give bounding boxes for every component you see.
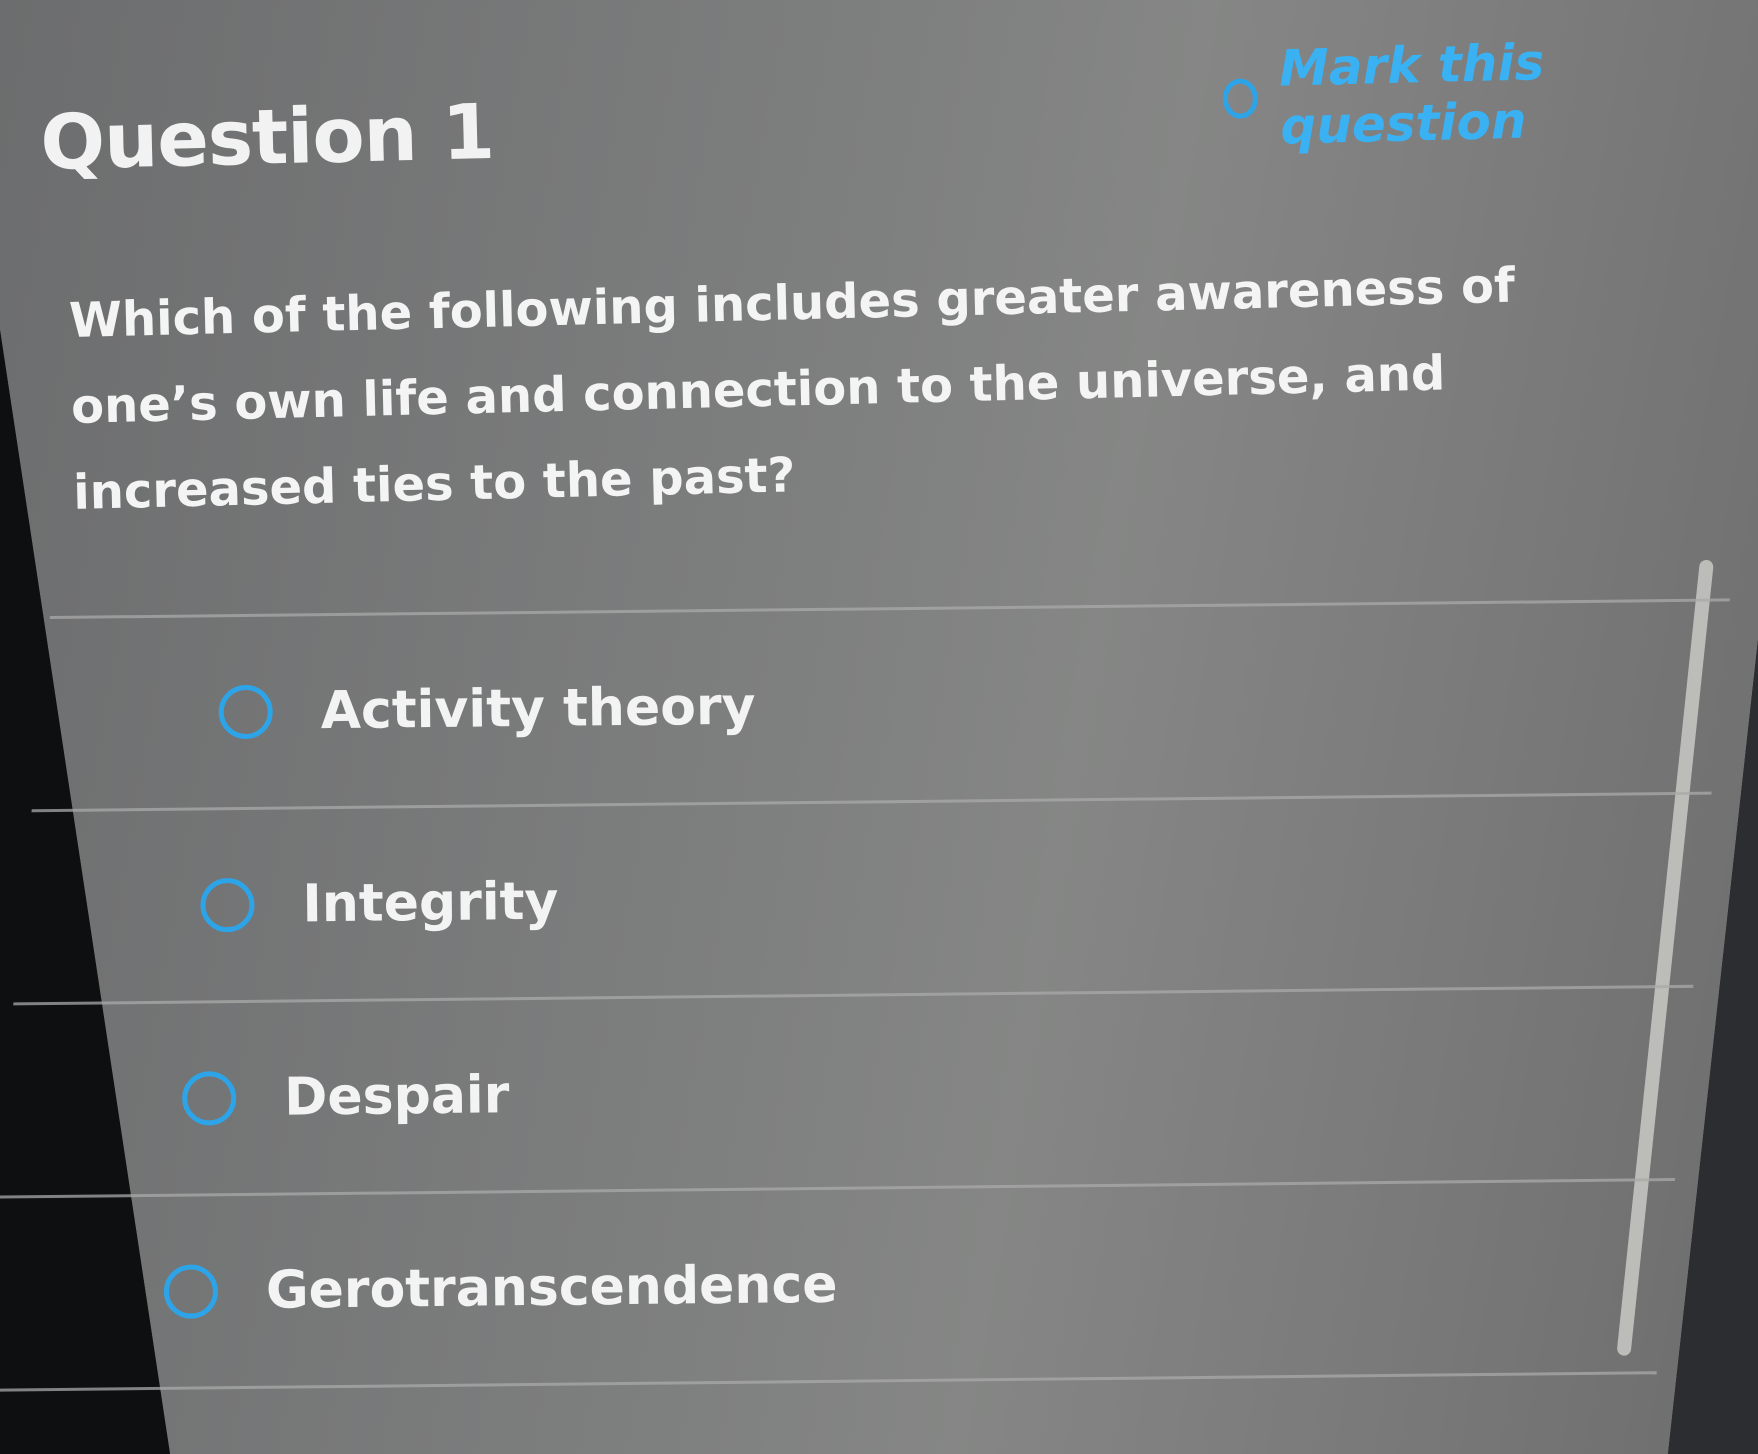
answer-label[interactable]: Despair (284, 1065, 510, 1127)
radio-circle-icon[interactable] (1222, 78, 1259, 120)
answer-option-integrity[interactable]: Integrity (13, 795, 1711, 1003)
answer-option-gerotranscendence[interactable]: Gerotranscendence (0, 1181, 1675, 1389)
radio-circle-icon[interactable] (218, 684, 273, 740)
mark-question-toggle[interactable]: Mark this question (1221, 29, 1721, 157)
answer-list: Activity theory Integrity Despair Gerotr… (0, 598, 1730, 1392)
answer-option-despair[interactable]: Despair (0, 988, 1693, 1196)
screen: Question 1 Mark this question Which of t… (0, 0, 1758, 1454)
mark-question-label[interactable]: Mark this question (1278, 29, 1721, 156)
question-text: Which of the following includes greater … (68, 257, 1516, 521)
answer-label[interactable]: Activity theory (320, 677, 755, 742)
answer-label[interactable]: Gerotranscendence (266, 1255, 838, 1321)
question-title: Question 1 (39, 86, 496, 187)
radio-circle-icon[interactable] (163, 1264, 219, 1319)
answer-option-activity-theory[interactable]: Activity theory (32, 601, 1730, 809)
radio-circle-icon[interactable] (181, 1071, 237, 1126)
answer-label[interactable]: Integrity (302, 872, 559, 935)
radio-circle-icon[interactable] (200, 877, 255, 933)
